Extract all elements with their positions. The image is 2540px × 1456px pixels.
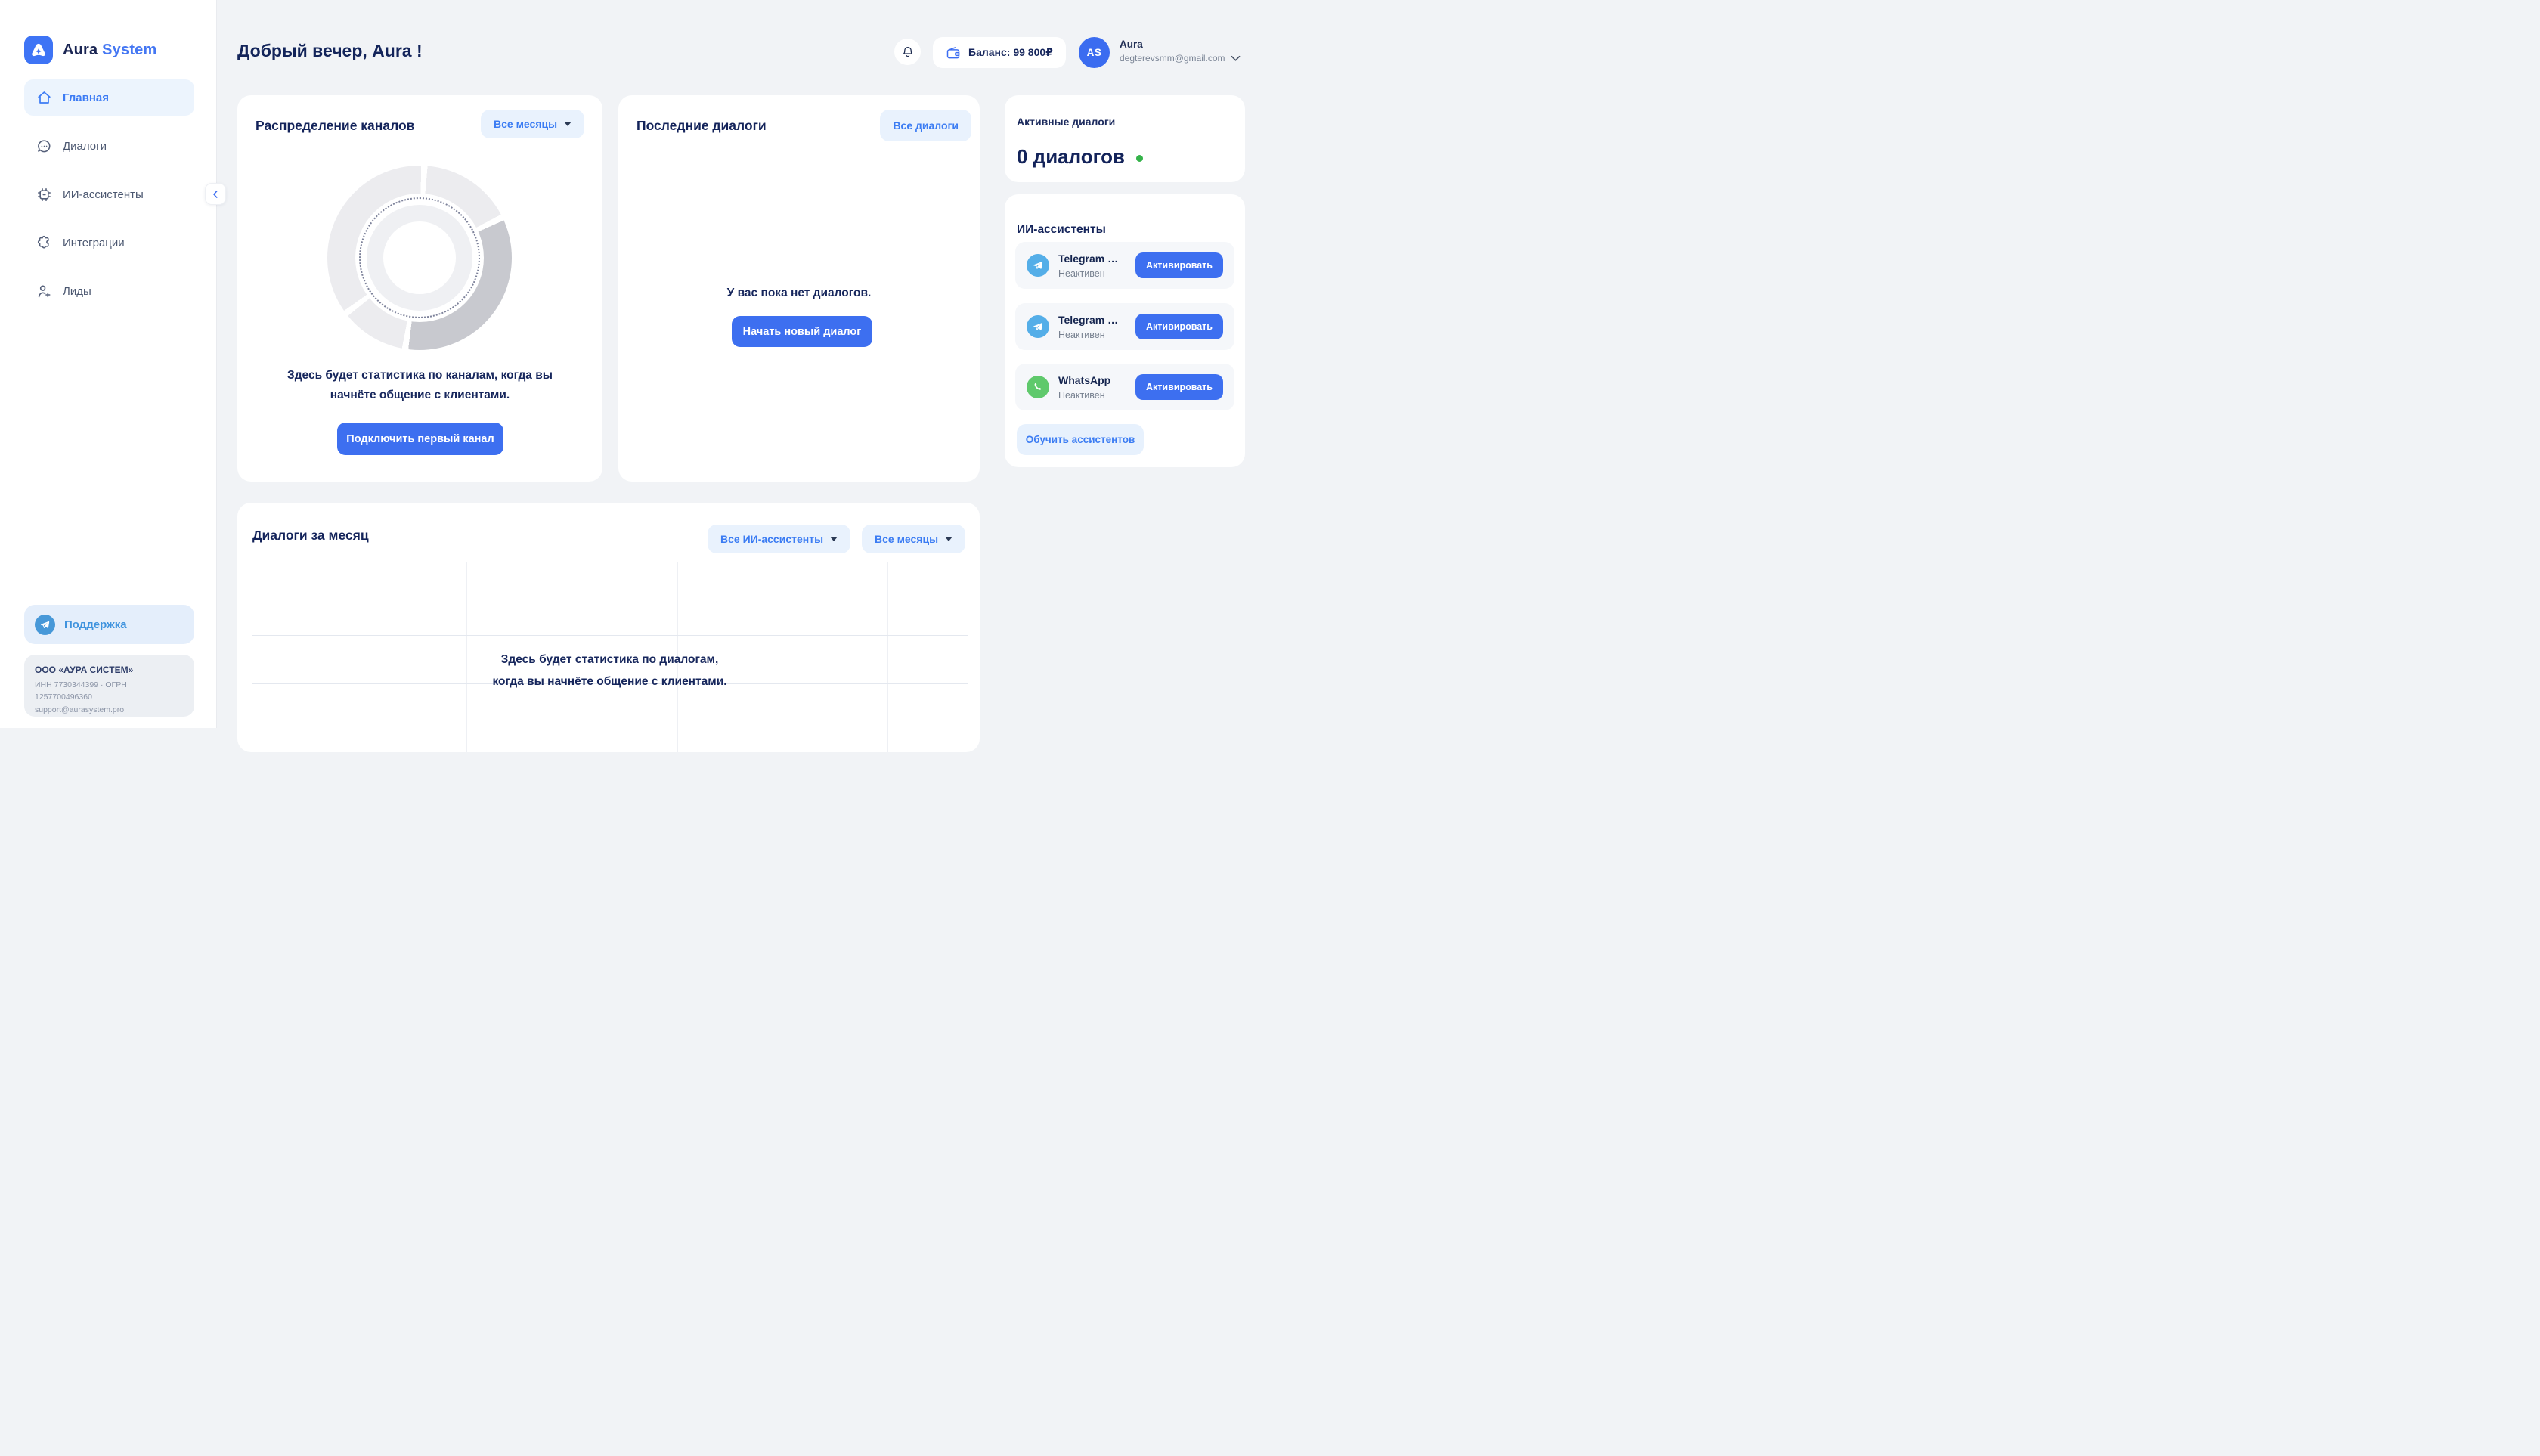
months-filter-dropdown[interactable]: Все месяцы [862, 525, 965, 553]
activate-assistant-button[interactable]: Активировать [1135, 374, 1223, 400]
active-dialogs-title: Активные диалоги [1017, 116, 1115, 128]
assistants-list: Telegram … Неактивен Активировать Telegr… [1015, 242, 1234, 425]
home-icon [36, 90, 52, 106]
activate-assistant-button[interactable]: Активировать [1135, 314, 1223, 339]
assistant-status: Неактивен [1058, 268, 1118, 279]
dialogs-empty-text: У вас пока нет диалогов. [618, 287, 980, 300]
channels-donut-chart [327, 166, 512, 350]
notifications-button[interactable] [894, 39, 921, 65]
chevron-left-icon [210, 189, 221, 200]
sidebar-item-home[interactable]: Главная [24, 79, 194, 116]
profile-email: degterevsmm@gmail.com [1120, 53, 1225, 64]
profile-name: Aura [1120, 39, 1241, 50]
caret-down-icon [564, 122, 572, 126]
monthly-card-title: Диалоги за месяц [252, 528, 369, 544]
sidebar-item-label: Диалоги [63, 140, 107, 153]
assistants-filter-label: Все ИИ-ассистенты [720, 533, 823, 545]
company-info: ООО «АУРА СИСТЕМ» ИНН 7730344399 · ОГРН … [24, 655, 194, 717]
sidebar-collapse-button[interactable] [205, 183, 226, 205]
telegram-icon [35, 615, 55, 635]
sidebar-item-label: Главная [63, 91, 109, 104]
brand-primary: Aura [63, 42, 98, 58]
dialogs-card-title: Последние диалоги [637, 118, 767, 134]
sidebar-item-label: Лиды [63, 285, 91, 298]
user-profile-menu[interactable]: AS Aura degterevsmm@gmail.com [1079, 37, 1241, 68]
sidebar-item-label: ИИ-ассистенты [63, 188, 144, 201]
assistant-status: Неактивен [1058, 390, 1110, 401]
sidebar-item-assistants[interactable]: ИИ-ассистенты [24, 176, 194, 212]
gridline-horizontal [252, 635, 968, 636]
whatsapp-icon [1027, 376, 1049, 398]
monthly-empty-line1: Здесь будет статистика по диалогам, [252, 649, 968, 671]
wallet-icon [946, 45, 961, 60]
support-label: Поддержка [64, 618, 127, 631]
connect-first-channel-button[interactable]: Подключить первый канал [337, 423, 503, 455]
balance-button[interactable]: Баланс: 99 800₽ [933, 37, 1066, 68]
assistant-name: Telegram … [1058, 252, 1118, 265]
recent-dialogs-card: Последние диалоги Все диалоги У вас пока… [618, 95, 980, 482]
main-content: Добрый вечер, Aura ! Баланс: 99 800₽ AS … [217, 0, 1270, 728]
sidebar-nav: Главная Диалоги ИИ-ассистенты Интеграции [24, 79, 194, 321]
activate-assistant-button[interactable]: Активировать [1135, 252, 1223, 278]
assistant-row-telegram-1: Telegram … Неактивен Активировать [1015, 242, 1234, 289]
telegram-icon [1027, 315, 1049, 338]
brand-secondary: System [102, 42, 156, 58]
channels-empty-line2: начнёте общение с клиентами. [251, 386, 589, 405]
assistant-status: Неактивен [1058, 330, 1118, 340]
assistant-name: WhatsApp [1058, 374, 1110, 386]
caret-down-icon [830, 537, 838, 541]
all-dialogs-button[interactable]: Все диалоги [880, 110, 971, 141]
active-dialogs-card: Активные диалоги 0 диалогов [1005, 95, 1245, 182]
active-dialogs-count: 0 диалогов [1017, 145, 1125, 169]
assistant-name: Telegram … [1058, 314, 1118, 326]
channels-distribution-card: Распределение каналов Все месяцы Здесь б… [237, 95, 602, 482]
app-wordmark: Aura System [63, 42, 157, 59]
assistant-row-telegram-2: Telegram … Неактивен Активировать [1015, 303, 1234, 350]
monthly-empty-text: Здесь будет статистика по диалогам, когд… [252, 649, 968, 692]
channels-empty-text: Здесь будет статистика по каналам, когда… [251, 366, 589, 405]
puzzle-icon [36, 235, 52, 251]
caret-down-icon [945, 537, 952, 541]
chat-icon [36, 138, 52, 154]
channels-months-filter-label: Все месяцы [494, 118, 557, 130]
company-name: ООО «АУРА СИСТЕМ» [35, 664, 184, 675]
aura-logo-icon [24, 36, 53, 64]
sidebar-item-label: Интеграции [63, 237, 125, 249]
monthly-empty-line2: когда вы начнёте общение с клиентами. [252, 671, 968, 692]
monthly-dialogs-card: Диалоги за месяц Все ИИ-ассистенты Все м… [237, 503, 980, 752]
balance-label: Баланс: 99 800₽ [968, 46, 1053, 59]
months-filter-label: Все месяцы [875, 533, 938, 545]
sidebar-item-integrations[interactable]: Интеграции [24, 225, 194, 261]
channels-card-title: Распределение каналов [256, 118, 414, 134]
assistants-card-title: ИИ-ассистенты [1017, 223, 1106, 237]
bell-icon [901, 45, 915, 59]
support-button[interactable]: Поддержка [24, 605, 194, 644]
profile-texts: Aura degterevsmm@gmail.com [1120, 37, 1241, 68]
person-plus-icon [36, 283, 52, 299]
sidebar-item-dialogs[interactable]: Диалоги [24, 128, 194, 164]
start-new-dialog-button[interactable]: Начать новый диалог [732, 316, 872, 347]
company-email: support@aurasystem.pro [35, 704, 184, 716]
avatar: AS [1079, 37, 1110, 68]
assistant-row-whatsapp: WhatsApp Неактивен Активировать [1015, 364, 1234, 410]
ai-assistants-card: ИИ-ассистенты Telegram … Неактивен Актив… [1005, 194, 1245, 467]
all-dialogs-button-label: Все диалоги [893, 119, 959, 132]
channels-months-filter[interactable]: Все месяцы [481, 110, 584, 138]
train-assistants-button[interactable]: Обучить ассистентов [1017, 424, 1144, 455]
channels-empty-line1: Здесь будет статистика по каналам, когда… [251, 366, 589, 386]
company-registration: ИНН 7730344399 · ОГРН 1257700496360 [35, 679, 184, 704]
status-dot-icon [1136, 155, 1143, 162]
sidebar-item-leads[interactable]: Лиды [24, 273, 194, 309]
assistants-filter-dropdown[interactable]: Все ИИ-ассистенты [708, 525, 850, 553]
chevron-down-icon [1231, 55, 1241, 62]
telegram-icon [1027, 254, 1049, 277]
donut-inner-core [383, 221, 456, 294]
app-logo[interactable]: Aura System [24, 36, 157, 64]
chip-icon [36, 187, 52, 203]
page-greeting: Добрый вечер, Aura ! [237, 41, 423, 61]
sidebar: Aura System Главная Диалоги ИИ-ассистент… [0, 0, 217, 728]
